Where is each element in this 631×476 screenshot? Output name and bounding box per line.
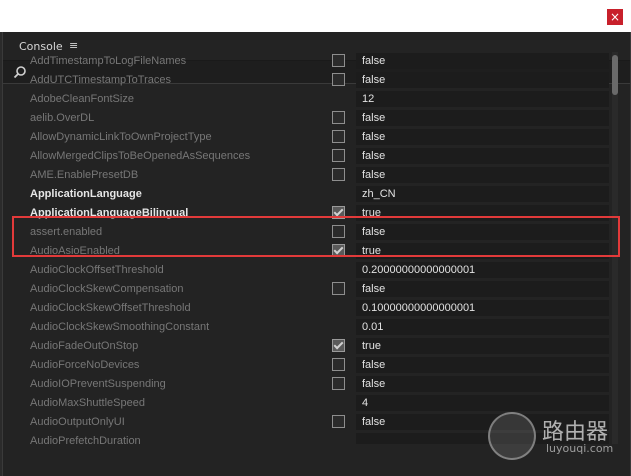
setting-value-field[interactable]: false <box>356 376 609 392</box>
setting-key: AudioClockOffsetThreshold <box>30 264 164 276</box>
setting-value-field[interactable]: 4 <box>356 395 609 411</box>
setting-key: assert.enabled <box>30 226 103 238</box>
setting-value-field[interactable]: false <box>356 129 609 145</box>
setting-checkbox[interactable] <box>332 111 345 124</box>
setting-key: AudioIOPreventSuspending <box>30 378 166 390</box>
setting-checkbox[interactable] <box>332 130 345 143</box>
panel-menu-icon[interactable]: ≡ <box>69 39 78 52</box>
setting-key: AudioFadeOutOnStop <box>30 340 139 352</box>
setting-key: ApplicationLanguage <box>30 188 142 200</box>
setting-row[interactable]: assert.enabled false <box>6 223 609 242</box>
setting-key: AllowMergedClipsToBeOpenedAsSequences <box>30 150 251 162</box>
setting-key: aelib.OverDL <box>30 112 95 124</box>
setting-key: AME.EnablePresetDB <box>30 169 139 181</box>
setting-checkbox[interactable] <box>332 168 345 181</box>
setting-checkbox[interactable] <box>332 54 345 67</box>
setting-checkbox[interactable] <box>332 415 345 428</box>
setting-row[interactable]: AddUTCTimestampToTraces false <box>6 71 609 90</box>
setting-row[interactable]: AddTimestampToLogFileNames false <box>6 52 609 71</box>
setting-checkbox[interactable] <box>332 282 345 295</box>
setting-row[interactable]: AllowDynamicLinkToOwnProjectType false <box>6 128 609 147</box>
setting-key: AudioMaxShuttleSpeed <box>30 397 145 409</box>
setting-value-field[interactable]: true <box>356 205 609 221</box>
setting-row[interactable]: ApplicationLanguageBilingual true <box>6 204 609 223</box>
setting-checkbox[interactable] <box>332 225 345 238</box>
setting-key: AudioClockSkewSmoothingConstant <box>30 321 210 333</box>
setting-row[interactable]: AudioClockOffsetThreshold 0.2000000000000… <box>6 261 609 280</box>
setting-key: AudioClockSkewOffsetThreshold <box>30 302 191 314</box>
setting-row[interactable]: AudioClockSkewCompensation false <box>6 280 609 299</box>
setting-value-field[interactable]: true <box>356 243 609 259</box>
router-logo-icon <box>488 412 536 460</box>
setting-value-field[interactable]: false <box>356 224 609 240</box>
window-titlebar: × <box>0 0 631 32</box>
setting-value-field[interactable]: 12 <box>356 91 609 107</box>
scrollbar-thumb[interactable] <box>612 55 618 95</box>
setting-value-field[interactable]: false <box>356 110 609 126</box>
setting-value-field[interactable]: false <box>356 148 609 164</box>
setting-value-field[interactable]: 0.20000000000000001 <box>356 262 609 278</box>
setting-key: AllowDynamicLinkToOwnProjectType <box>30 131 212 143</box>
setting-key: AddUTCTimestampToTraces <box>30 74 171 86</box>
setting-checkbox[interactable] <box>332 244 345 257</box>
setting-key: AudioForceNoDevices <box>30 359 140 371</box>
setting-row[interactable]: AudioIOPreventSuspending false <box>6 375 609 394</box>
scrollbar[interactable] <box>612 52 618 444</box>
setting-row[interactable]: AudioMaxShuttleSpeed 4 <box>6 394 609 413</box>
setting-checkbox[interactable] <box>332 149 345 162</box>
setting-row[interactable]: ApplicationLanguage zh_CN <box>6 185 609 204</box>
setting-key: AudioAsioEnabled <box>30 245 120 257</box>
settings-list: AddTimestampToLogFileNames false AddUTCTim… <box>6 52 609 444</box>
setting-key: AudioPrefetchDuration <box>30 435 141 444</box>
setting-checkbox[interactable] <box>332 73 345 86</box>
setting-checkbox[interactable] <box>332 339 345 352</box>
setting-key: AddTimestampToLogFileNames <box>30 55 187 67</box>
watermark: 路由器 luyouqi.com <box>488 412 623 462</box>
setting-value-field[interactable]: false <box>356 72 609 88</box>
setting-value-field[interactable]: false <box>356 167 609 183</box>
setting-key: ApplicationLanguageBilingual <box>30 207 189 219</box>
watermark-sub: luyouqi.com <box>546 442 614 455</box>
setting-row[interactable]: aelib.OverDL false <box>6 109 609 128</box>
setting-value-field[interactable]: true <box>356 338 609 354</box>
close-button[interactable]: × <box>607 9 623 25</box>
setting-value-field[interactable]: 0.10000000000000001 <box>356 300 609 316</box>
setting-row[interactable]: AdobeCleanFontSize 12 <box>6 90 609 109</box>
setting-value-field[interactable]: false <box>356 53 609 69</box>
setting-row[interactable]: AudioAsioEnabled true <box>6 242 609 261</box>
setting-row[interactable]: AudioClockSkewSmoothingConstant 0.01 <box>6 318 609 337</box>
setting-row[interactable]: AllowMergedClipsToBeOpenedAsSequences fal… <box>6 147 609 166</box>
setting-key: AudioClockSkewCompensation <box>30 283 184 295</box>
setting-row[interactable]: AudioForceNoDevices false <box>6 356 609 375</box>
setting-checkbox[interactable] <box>332 377 345 390</box>
setting-row[interactable]: AudioFadeOutOnStop true <box>6 337 609 356</box>
setting-value-field[interactable]: false <box>356 281 609 297</box>
setting-value-field[interactable]: 0.01 <box>356 319 609 335</box>
setting-row[interactable]: AudioClockSkewOffsetThreshold 0.100000000… <box>6 299 609 318</box>
setting-row[interactable]: AME.EnablePresetDB false <box>6 166 609 185</box>
setting-key: AdobeCleanFontSize <box>30 93 134 105</box>
setting-checkbox[interactable] <box>332 358 345 371</box>
setting-checkbox[interactable] <box>332 206 345 219</box>
setting-value-field[interactable]: false <box>356 357 609 373</box>
setting-key: AudioOutputOnlyUI <box>30 416 125 428</box>
setting-value-field[interactable]: zh_CN <box>356 186 609 202</box>
